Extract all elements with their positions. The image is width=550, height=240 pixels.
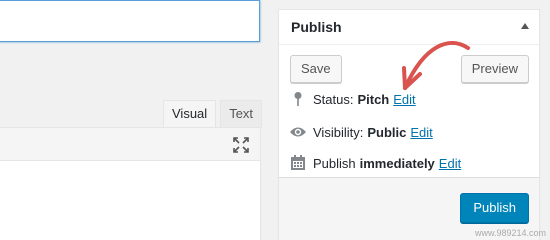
edit-schedule-link[interactable]: Edit bbox=[439, 156, 461, 171]
watermark-text: www.989214.com bbox=[474, 228, 546, 238]
tab-visual[interactable]: Visual bbox=[163, 100, 217, 128]
post-title-input[interactable] bbox=[0, 0, 260, 42]
publish-box-title: Publish bbox=[291, 19, 342, 35]
visibility-label: Visibility: bbox=[313, 124, 364, 140]
preview-button[interactable]: Preview bbox=[460, 55, 529, 83]
pin-icon bbox=[289, 90, 307, 108]
publish-box-header[interactable]: Publish bbox=[279, 10, 539, 45]
status-label: Status: bbox=[313, 91, 354, 107]
edit-status-link[interactable]: Edit bbox=[393, 92, 415, 107]
eye-icon bbox=[289, 123, 307, 141]
visibility-value: Public bbox=[367, 124, 407, 140]
collapse-arrow-icon[interactable] bbox=[521, 23, 529, 29]
publish-meta-box: Publish Save Preview Status: Pitch Edit … bbox=[278, 9, 540, 240]
save-button[interactable]: Save bbox=[290, 55, 342, 83]
schedule-row: Publish immediately Edit bbox=[289, 154, 461, 172]
visibility-row: Visibility: Public Edit bbox=[289, 123, 433, 141]
schedule-value: immediately bbox=[359, 155, 435, 171]
editor-toolbar bbox=[0, 128, 260, 161]
publish-button[interactable]: Publish bbox=[460, 193, 529, 223]
status-value: Pitch bbox=[357, 91, 390, 107]
edit-visibility-link[interactable]: Edit bbox=[410, 125, 432, 140]
calendar-icon bbox=[289, 154, 307, 172]
tab-text[interactable]: Text bbox=[220, 100, 263, 128]
content-editor[interactable] bbox=[0, 127, 261, 240]
fullscreen-icon[interactable] bbox=[232, 136, 250, 154]
editor-tabs: Visual Text bbox=[163, 100, 266, 128]
schedule-label: Publish bbox=[313, 155, 356, 171]
status-row: Status: Pitch Edit bbox=[289, 90, 416, 108]
